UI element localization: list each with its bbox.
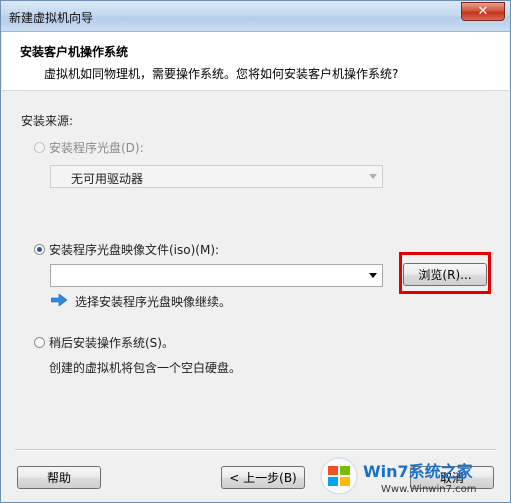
- title-bar[interactable]: 新建虚拟机向导 ✕: [1, 1, 510, 32]
- close-button[interactable]: ✕: [461, 2, 505, 21]
- iso-hint-text: 选择安装程序光盘映像继续。: [75, 295, 232, 309]
- help-button[interactable]: 帮助: [17, 466, 101, 489]
- iso-radio[interactable]: [34, 244, 45, 255]
- back-button[interactable]: < 上一步(B): [221, 466, 305, 489]
- drive-select[interactable]: 无可用驱动器: [50, 165, 383, 188]
- info-arrow-icon: [51, 294, 67, 306]
- footer-divider: [15, 449, 496, 451]
- windows-logo-icon: [320, 457, 358, 495]
- later-radio[interactable]: [34, 337, 45, 348]
- watermark: Win7系统之家 Www.Winwin7.com: [319, 456, 509, 500]
- page-title: 安装客户机操作系统: [20, 45, 129, 59]
- wizard-window: 新建虚拟机向导 ✕ 安装客户机操作系统 虚拟机如同物理机，需要操作系统。您将如何…: [0, 0, 511, 503]
- page-subtitle: 虚拟机如同物理机，需要操作系统。您将如何安装客户机操作系统?: [44, 67, 399, 81]
- chevron-down-icon[interactable]: [369, 273, 377, 278]
- highlight-annotation: [399, 252, 491, 294]
- disc-option-label: 安装程序光盘(D):: [49, 141, 144, 155]
- iso-path-combo[interactable]: [50, 264, 383, 287]
- header-panel: 安装客户机操作系统 虚拟机如同物理机，需要操作系统。您将如何安装客户机操作系统?: [2, 32, 509, 91]
- iso-option-label: 安装程序光盘映像文件(iso)(M):: [49, 243, 220, 257]
- window-title: 新建虚拟机向导: [9, 11, 94, 25]
- install-source-label: 安装来源:: [21, 114, 74, 128]
- later-option-label: 稍后安装操作系统(S)。: [49, 336, 174, 350]
- watermark-url: Www.Winwin7.com: [381, 484, 477, 495]
- close-icon: ✕: [477, 4, 489, 19]
- watermark-logo-text: Win7系统之家: [363, 462, 473, 481]
- chevron-down-icon: [369, 174, 377, 179]
- drive-select-value: 无可用驱动器: [71, 172, 144, 186]
- disc-radio[interactable]: [34, 142, 45, 153]
- later-option-description: 创建的虚拟机将包含一个空白硬盘。: [49, 361, 242, 375]
